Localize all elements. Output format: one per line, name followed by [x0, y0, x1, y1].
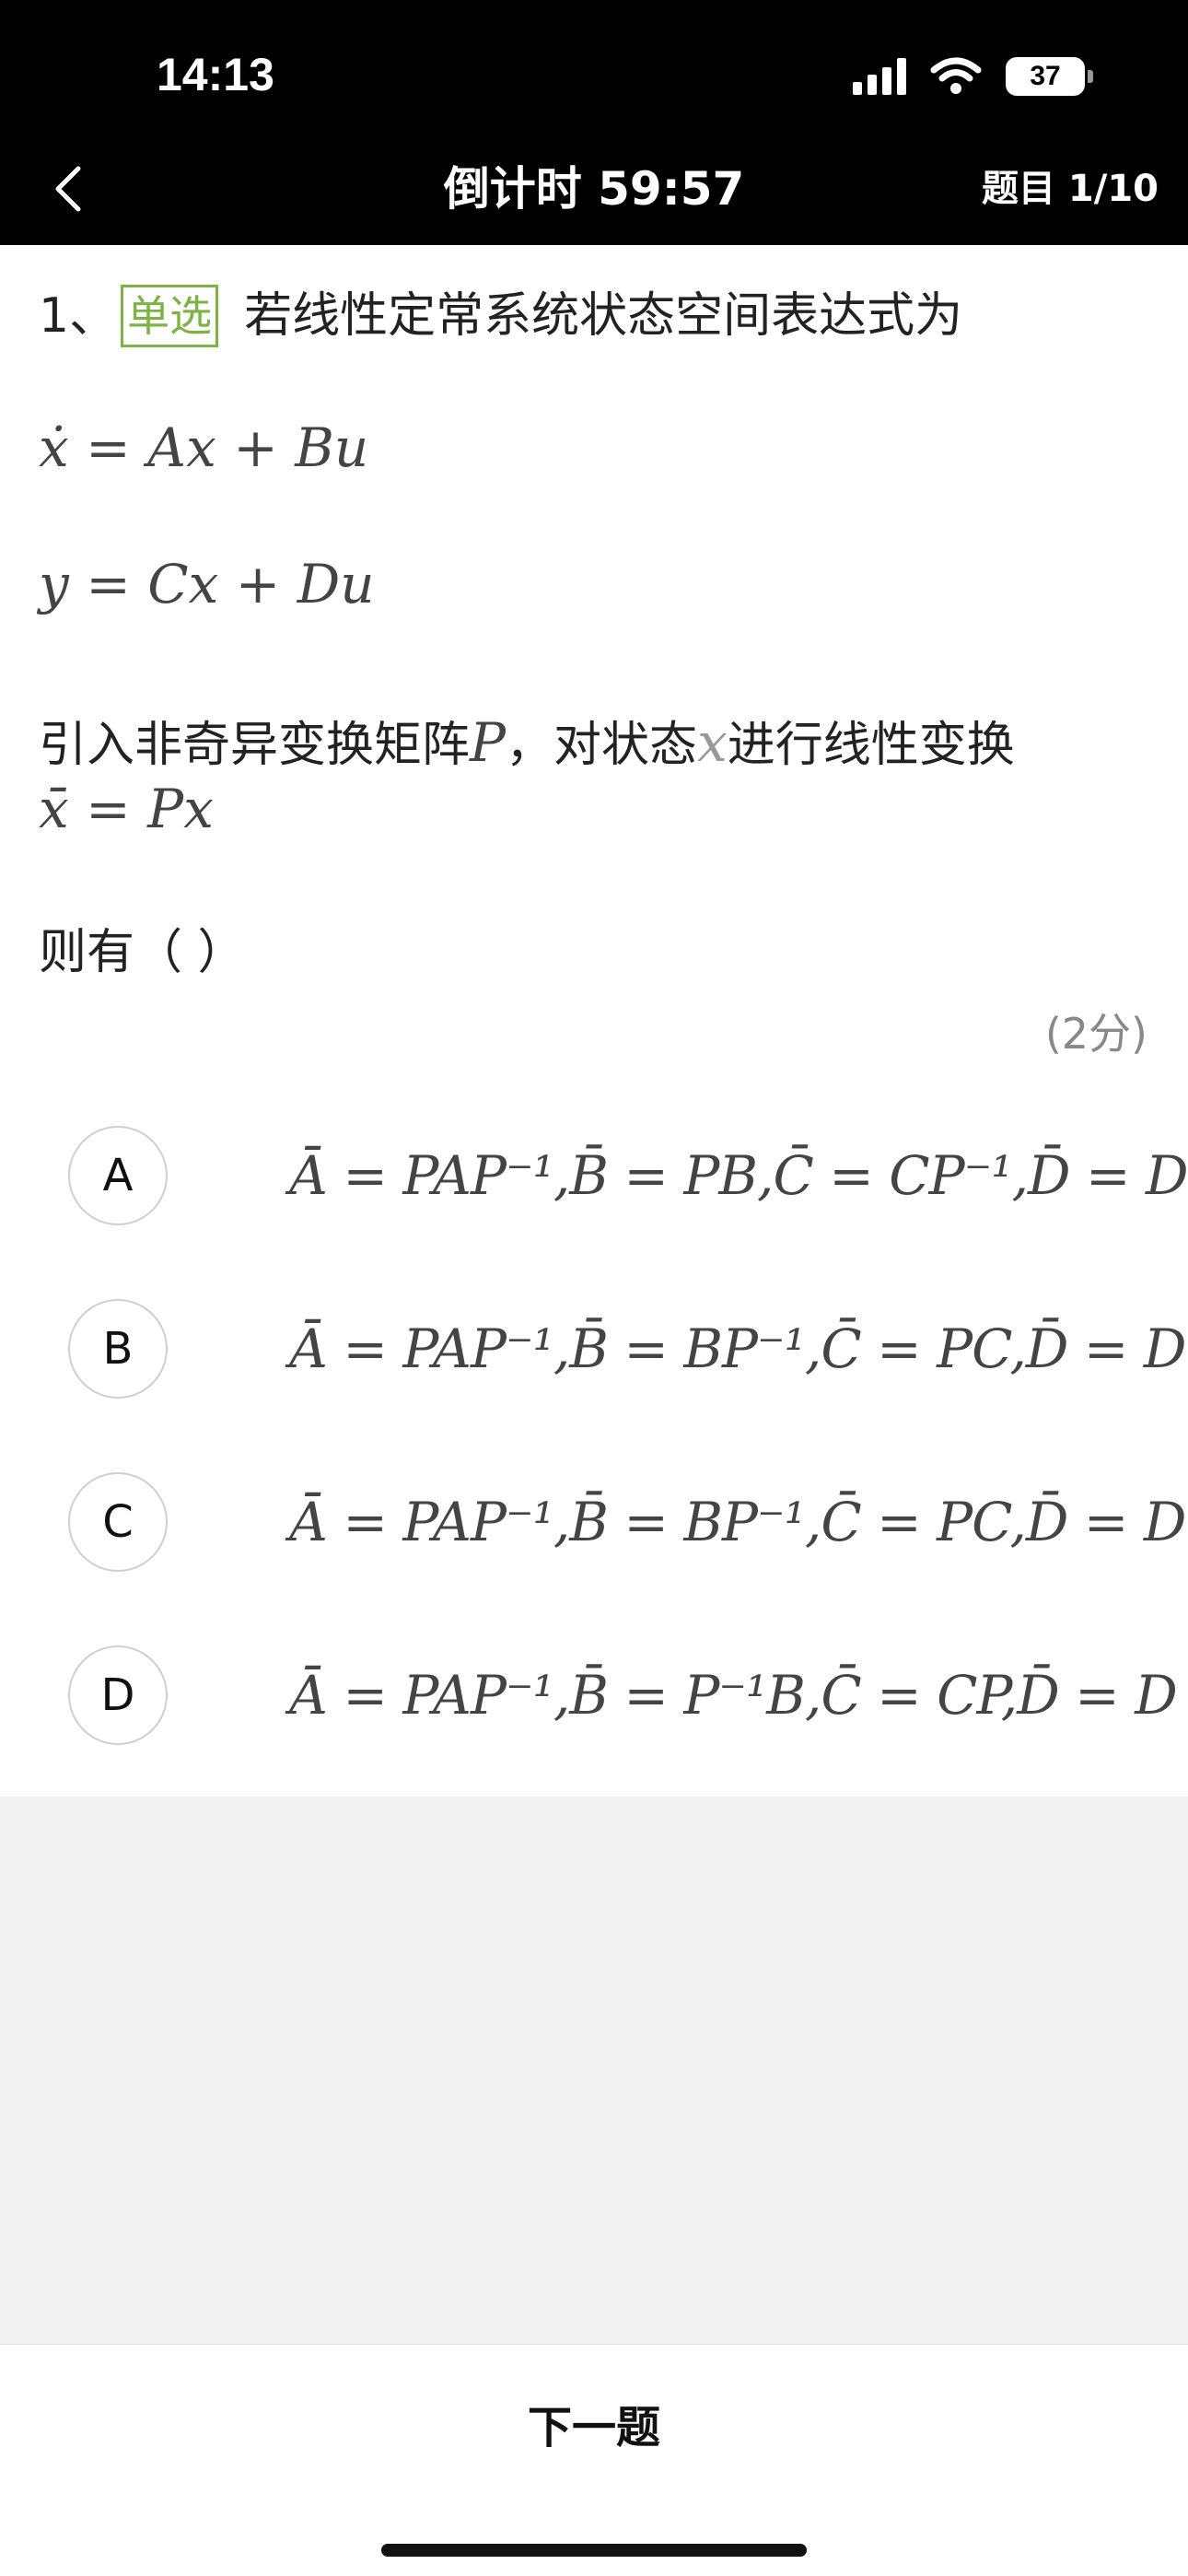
- option-text: Ā = PAP⁻¹,B̄ = P⁻¹B,C̄ = CP,D̄ = D: [289, 1664, 1178, 1727]
- home-indicator[interactable]: [381, 2544, 807, 2557]
- option-d[interactable]: D Ā = PAP⁻¹,B̄ = P⁻¹B,C̄ = CP,D̄ = D: [68, 1644, 1178, 1747]
- next-question-button[interactable]: 下一题: [0, 2391, 1188, 2455]
- battery-icon: 37: [1006, 57, 1093, 96]
- transform-text-3: 进行线性变换: [727, 718, 1015, 773]
- option-letter: C: [68, 1472, 168, 1572]
- status-icons: 37: [853, 57, 1093, 96]
- question-ask: 则有（ ）: [39, 925, 246, 980]
- transform-line: 引入非奇异变换矩阵P，对状态x进行线性变换: [39, 706, 1015, 782]
- option-text: Ā = PAP⁻¹,B̄ = BP⁻¹,C̄ = PC,D̄ = D: [289, 1491, 1186, 1553]
- question-score: (2分): [1044, 1009, 1147, 1059]
- option-text: Ā = PAP⁻¹,B̄ = BP⁻¹,C̄ = PC,D̄ = D: [289, 1317, 1186, 1380]
- wifi-icon: [930, 57, 982, 94]
- option-letter: D: [68, 1645, 168, 1745]
- transform-text-2: ，对状态: [506, 718, 698, 773]
- option-letter: A: [68, 1126, 168, 1225]
- option-c[interactable]: C Ā = PAP⁻¹,B̄ = BP⁻¹,C̄ = PC,D̄ = D: [68, 1470, 1186, 1574]
- transform-text-1: 引入非奇异变换矩阵: [39, 718, 471, 773]
- question-header: 1、 单选 若线性定常系统状态空间表达式为: [39, 282, 962, 350]
- signal-icon: [853, 58, 906, 95]
- nav-bar: 倒计时 59:57 题目 1/10: [0, 129, 1188, 245]
- question-card: 1、 单选 若线性定常系统状态空间表达式为 ẋ = Ax + Bu y = Cx…: [0, 245, 1188, 1797]
- option-text: Ā = PAP⁻¹,B̄ = PB,C̄ = CP⁻¹,D̄ = D: [289, 1144, 1188, 1207]
- option-letter: B: [68, 1299, 168, 1399]
- question-type-badge: 单选: [121, 285, 219, 347]
- option-a[interactable]: A Ā = PAP⁻¹,B̄ = PB,C̄ = CP⁻¹,D̄ = D: [68, 1124, 1188, 1227]
- transform-var-p: P: [470, 711, 507, 774]
- question-number: 1、: [39, 288, 118, 344]
- equation-output: y = Cx + Du: [39, 553, 375, 615]
- equation-transform: x̄ = Px: [39, 778, 214, 840]
- transform-var-x: x: [697, 711, 728, 774]
- option-b[interactable]: B Ā = PAP⁻¹,B̄ = BP⁻¹,C̄ = PC,D̄ = D: [68, 1297, 1186, 1400]
- status-time: 14:13: [157, 49, 274, 100]
- equation-state: ẋ = Ax + Bu: [39, 416, 369, 479]
- question-stem: 若线性定常系统状态空间表达式为: [244, 288, 963, 344]
- question-progress: 题目 1/10: [981, 168, 1159, 210]
- bottom-bar: 下一题: [0, 2344, 1188, 2576]
